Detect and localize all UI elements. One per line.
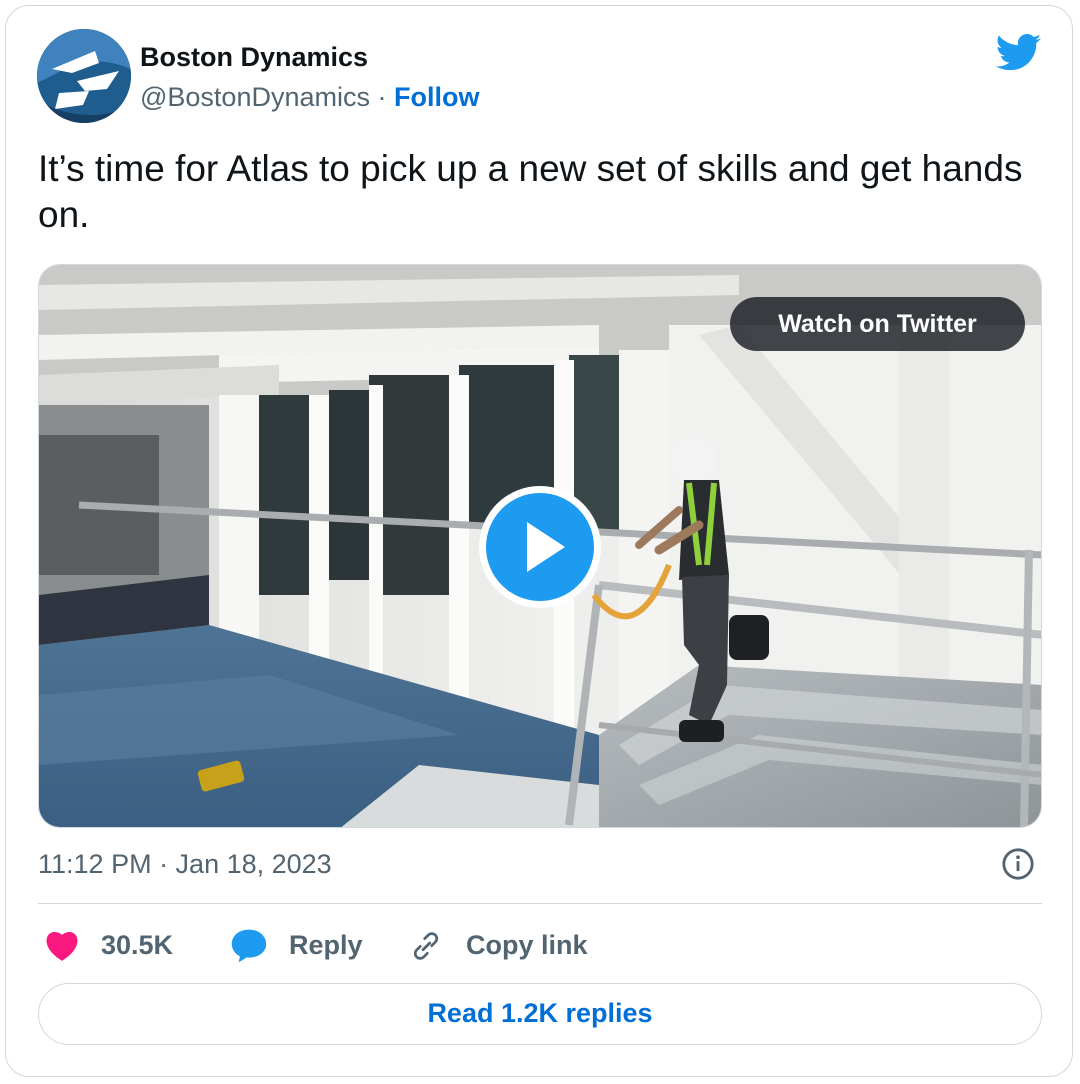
- boston-dynamics-logo: [37, 29, 131, 123]
- divider: [38, 903, 1042, 904]
- handle-separator: ·: [370, 82, 394, 112]
- speech-bubble-icon: [231, 929, 267, 963]
- like-button[interactable]: 30.5K: [44, 924, 194, 966]
- follow-link[interactable]: Follow: [394, 82, 479, 112]
- author-handle-line: @BostonDynamics · Follow: [140, 80, 479, 114]
- twitter-bird-icon[interactable]: [996, 34, 1042, 72]
- copy-link-label: Copy link: [466, 930, 588, 960]
- copy-link-button[interactable]: Copy link: [408, 924, 598, 966]
- like-count: 30.5K: [101, 930, 174, 960]
- author-handle[interactable]: @BostonDynamics: [140, 82, 370, 112]
- info-icon[interactable]: [1001, 847, 1035, 881]
- reply-button[interactable]: Reply: [230, 924, 380, 966]
- avatar[interactable]: [37, 29, 131, 123]
- link-icon: [413, 932, 439, 960]
- watch-on-twitter-button[interactable]: Watch on Twitter: [730, 297, 1025, 351]
- play-icon[interactable]: [475, 482, 605, 612]
- read-replies-button[interactable]: Read 1.2K replies: [38, 983, 1042, 1045]
- author-name[interactable]: Boston Dynamics: [140, 40, 368, 74]
- tweet-text: It’s time for Atlas to pick up a new set…: [38, 148, 1023, 235]
- heart-icon: [46, 931, 78, 961]
- reply-label: Reply: [289, 930, 363, 960]
- tweet-timestamp[interactable]: 11:12 PM · Jan 18, 2023: [38, 847, 332, 881]
